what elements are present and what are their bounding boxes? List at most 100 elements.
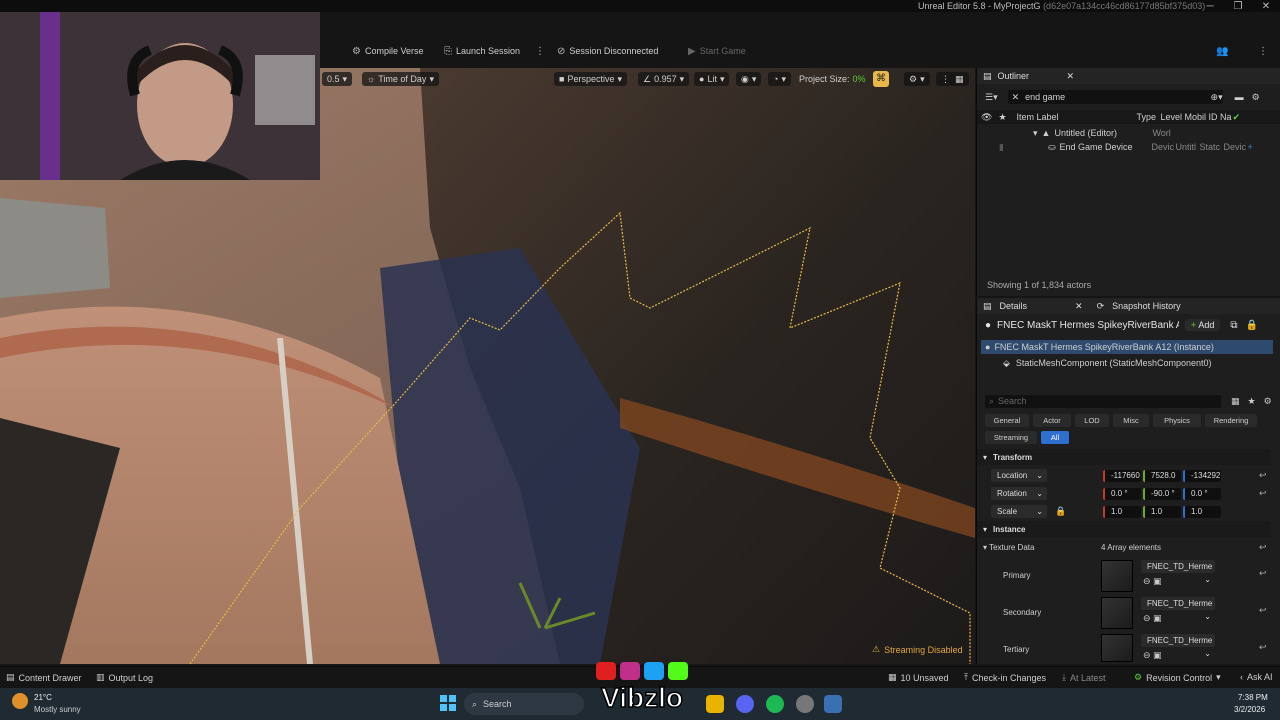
launch-options-button[interactable]: ⋮ [535, 44, 545, 58]
unsaved-button[interactable]: ▦ 10 Unsaved [888, 672, 949, 683]
settings-app-icon[interactable] [796, 695, 814, 713]
rotation-mode-dropdown[interactable]: Rotation ⌄ [991, 487, 1047, 500]
time-of-day-dropdown[interactable]: ☼ Time of Day ▾ [362, 72, 439, 86]
viewport-settings-dropdown[interactable]: ⚙ ▾ [904, 72, 930, 86]
outliner-row-end-game-device[interactable]: ▮ ⛀ End Game Device Devic Untitl Statc D… [977, 140, 1280, 154]
scale-z-field[interactable]: 1.0 [1183, 506, 1221, 518]
favorite-icon[interactable]: ★ [1248, 396, 1256, 407]
file-explorer-icon[interactable] [706, 695, 724, 713]
filter-lod[interactable]: LOD [1075, 414, 1109, 427]
reset-texture-data-icon[interactable]: ↩ [1259, 542, 1267, 553]
minimize-button[interactable]: ─ [1196, 0, 1224, 14]
transform-section-header[interactable]: ▾ Transform [977, 449, 1271, 465]
add-filter-icon[interactable]: ⊕▾ [1211, 92, 1223, 103]
gear-icon[interactable]: ⚙ [1264, 396, 1272, 407]
component-instance-row[interactable]: ● FNEC MaskT Hermes SpikeyRiverBank A12 … [981, 340, 1273, 354]
show-flags-dropdown[interactable]: ◉ ▾ [736, 72, 762, 86]
filter-physics[interactable]: Physics [1153, 414, 1201, 427]
texture-primary-thumbnail[interactable] [1101, 560, 1133, 592]
location-x-field[interactable]: -117660 [1103, 470, 1141, 482]
filter-misc[interactable]: Misc [1113, 414, 1149, 427]
rotation-y-field[interactable]: -90.0 ° [1143, 488, 1181, 500]
blueprint-icon[interactable]: ⧉ [1230, 320, 1237, 331]
rotation-z-field[interactable]: 0.0 ° [1183, 488, 1221, 500]
column-mobility[interactable]: Mobil [1185, 112, 1209, 122]
component-static-mesh-row[interactable]: ⬙ StaticMeshComponent (StaticMeshCompone… [977, 356, 1280, 370]
session-status[interactable]: ⊘ Session Disconnected [557, 44, 658, 58]
reset-tertiary-icon[interactable]: ↩ [1259, 642, 1267, 653]
reset-location-icon[interactable]: ↩ [1259, 470, 1267, 481]
snap-toggle-button[interactable]: ⌘ [873, 71, 889, 87]
discord-icon[interactable] [736, 695, 754, 713]
details-search-input[interactable]: ⌕ Search [985, 394, 1221, 408]
outliner-tab[interactable]: ▤ Outliner ✕ [977, 68, 1280, 84]
compile-verse-button[interactable]: ⚙ Compile Verse [352, 44, 424, 58]
add-component-button[interactable]: + Add [1185, 319, 1221, 331]
browse-asset-icon[interactable]: ⊖ ▣ [1143, 650, 1162, 661]
scale-lock-icon[interactable]: 🔒 [1055, 506, 1066, 517]
add-icon[interactable]: + [1248, 142, 1253, 152]
scale-x-field[interactable]: 1.0 [1103, 506, 1141, 518]
actor-name-field[interactable]: FNEC MaskT Hermes SpikeyRiverBank A12 [997, 320, 1179, 331]
spotify-icon[interactable] [766, 695, 784, 713]
outliner-search-input[interactable]: ✕ end game ⊕▾ [1007, 90, 1223, 104]
user-menu-button[interactable]: 👥 [1216, 44, 1228, 58]
column-item-label[interactable]: Item Label [1017, 112, 1137, 122]
ask-ai-button[interactable]: ‹ Ask AI [1240, 672, 1273, 682]
fov-dropdown[interactable]: ∠ 0.957 ▾ [638, 72, 690, 86]
at-latest-button[interactable]: ⤓ At Latest [1062, 672, 1106, 683]
texture-primary-asset-dropdown[interactable]: FNEC_TD_Herme ⌄ [1141, 560, 1215, 584]
filter-streaming[interactable]: Streaming [985, 431, 1037, 444]
tab-details[interactable]: Details [1000, 301, 1028, 311]
viewport-layout-button[interactable]: ▦ [950, 72, 969, 86]
filter-rendering[interactable]: Rendering [1205, 414, 1257, 427]
scale-mode-dropdown[interactable]: Scale ⌄ [991, 505, 1047, 518]
browse-asset-icon[interactable]: ⊖ ▣ [1143, 613, 1162, 624]
close-window-button[interactable]: ✕ [1252, 0, 1280, 14]
tab-snapshot-history[interactable]: Snapshot History [1112, 301, 1181, 311]
reset-rotation-icon[interactable]: ↩ [1259, 488, 1267, 499]
close-icon[interactable]: ✕ [1075, 301, 1083, 312]
visibility-toggle[interactable]: ▮ [999, 142, 1004, 153]
reset-secondary-icon[interactable]: ↩ [1259, 605, 1267, 616]
texture-tertiary-thumbnail[interactable] [1101, 634, 1133, 662]
gear-icon[interactable]: ⚙ [1252, 92, 1260, 103]
filter-general[interactable]: General [985, 414, 1029, 427]
filter-icon[interactable]: ☰▾ [985, 92, 998, 103]
perspective-dropdown[interactable]: ■ Perspective ▾ [554, 72, 627, 86]
texture-tertiary-asset-dropdown[interactable]: FNEC_TD_Herme ⌄ [1141, 634, 1215, 658]
texture-secondary-asset-dropdown[interactable]: FNEC_TD_Herme ⌄ [1141, 597, 1215, 621]
launch-session-button[interactable]: ⎘ Launch Session [444, 44, 520, 58]
taskbar-search[interactable]: ⌕ Search [464, 693, 584, 715]
location-y-field[interactable]: 7528.0 [1143, 470, 1181, 482]
texture-secondary-thumbnail[interactable] [1101, 597, 1133, 629]
collapse-icon[interactable]: ▾ [1033, 128, 1038, 139]
instance-section-header[interactable]: ▾ Instance [977, 521, 1271, 537]
browse-asset-icon[interactable]: ⊖ ▣ [1143, 576, 1162, 587]
weather-temp[interactable]: 21°C [34, 693, 52, 702]
unreal-editor-icon[interactable] [824, 695, 842, 713]
texture-data-row[interactable]: ▾ Texture Data [983, 543, 1034, 552]
clear-search-icon[interactable]: ✕ [1012, 92, 1020, 103]
scale-y-field[interactable]: 1.0 [1143, 506, 1181, 518]
filter-all[interactable]: All [1041, 431, 1069, 444]
location-mode-dropdown[interactable]: Location ⌄ [991, 469, 1047, 482]
filter-actor[interactable]: Actor [1033, 414, 1071, 427]
toolbar-options-button[interactable]: ⋮ [1258, 44, 1268, 58]
start-game-button[interactable]: ▶ Start Game [688, 44, 746, 58]
check-in-changes-button[interactable]: ⤒ Check-in Changes [964, 672, 1046, 683]
folder-icon[interactable]: ▬ [1235, 92, 1244, 102]
taskbar-clock-time[interactable]: 7:38 PM [1238, 693, 1268, 702]
lock-icon[interactable]: 🔒 [1245, 320, 1257, 331]
rotation-x-field[interactable]: 0.0 ° [1103, 488, 1141, 500]
reset-primary-icon[interactable]: ↩ [1259, 568, 1267, 579]
camera-speed-dropdown[interactable]: 0.5 ▾ [322, 72, 353, 86]
maximize-button[interactable]: ❐ [1224, 0, 1252, 14]
output-log-button[interactable]: ▥ Output Log [96, 672, 153, 683]
content-drawer-button[interactable]: ▤ Content Drawer [6, 672, 82, 683]
view-mode-dropdown[interactable]: ● Lit ▾ [694, 72, 730, 86]
outliner-row-world[interactable]: ▾ ▲ Untitled (Editor) Worl [977, 126, 1280, 140]
location-z-field[interactable]: -134292 [1183, 470, 1221, 482]
performance-dropdown[interactable]: ◔ ▾ [768, 72, 791, 86]
column-level[interactable]: Level [1161, 112, 1185, 122]
